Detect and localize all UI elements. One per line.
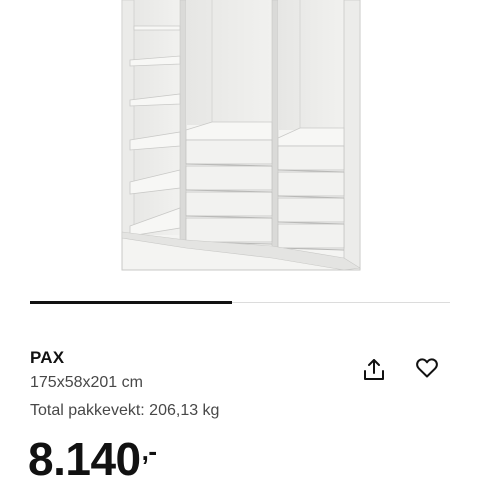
price-suffix: ,- <box>141 436 157 466</box>
price-integer: 8.140 <box>28 433 141 480</box>
wardrobe-product-image <box>121 0 361 271</box>
carousel-progress-indicator[interactable] <box>30 301 232 304</box>
share-icon <box>364 359 384 380</box>
share-button[interactable] <box>357 353 391 387</box>
product-package-weight: Total pakkevekt: 206,13 kg <box>30 402 220 419</box>
product-image[interactable] <box>0 0 480 285</box>
favourite-button[interactable] <box>410 351 444 385</box>
heart-icon <box>416 358 438 378</box>
product-dimensions: 175x58x201 cm <box>30 374 143 391</box>
product-page: PAX 175x58x201 cm Total pakkevekt: 206,1… <box>0 0 480 480</box>
product-price: 8.140,- <box>28 436 157 480</box>
product-name: PAX <box>30 348 65 367</box>
image-carousel-scrollbar[interactable] <box>30 301 450 304</box>
